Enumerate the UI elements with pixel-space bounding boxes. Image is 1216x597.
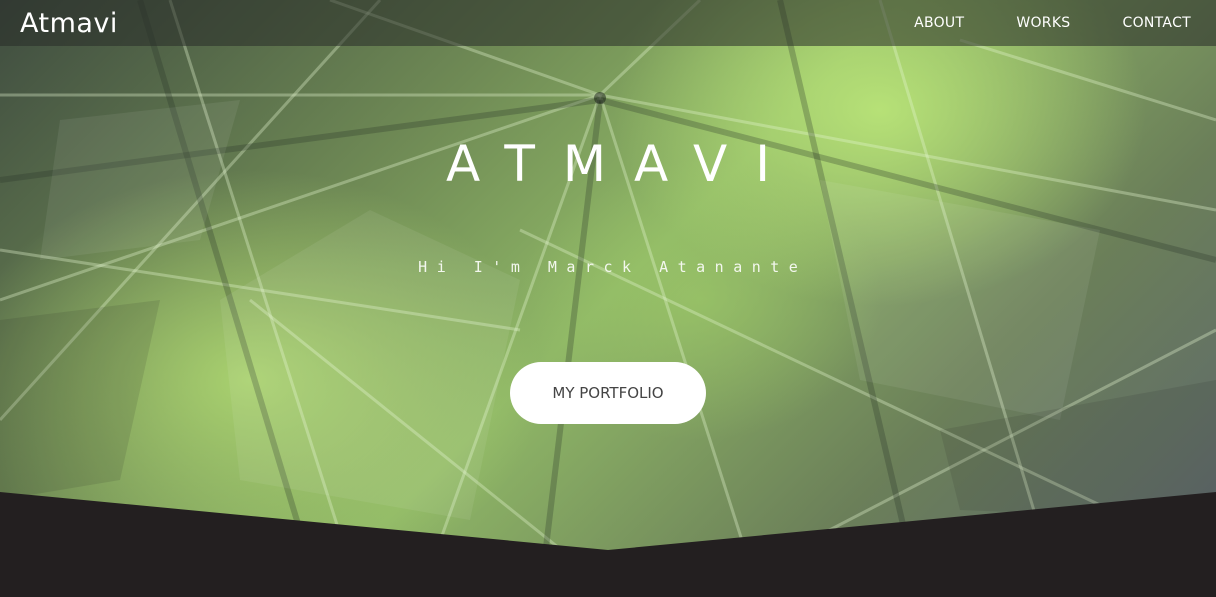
nav-link-works[interactable]: WORKS: [1016, 15, 1070, 31]
top-navbar: Atmavi ABOUT WORKS CONTACT: [0, 0, 1216, 46]
nav-links: ABOUT WORKS CONTACT: [862, 0, 1191, 46]
nav-link-about[interactable]: ABOUT: [914, 15, 964, 31]
brand-logo-link[interactable]: Atmavi: [20, 8, 118, 40]
hero-section: ATMAVI Hi I'm Marck Atanante MY PORTFOLI…: [0, 0, 1216, 597]
nav-link-contact[interactable]: CONTACT: [1123, 15, 1192, 31]
bottom-dark-band: [0, 492, 1216, 597]
